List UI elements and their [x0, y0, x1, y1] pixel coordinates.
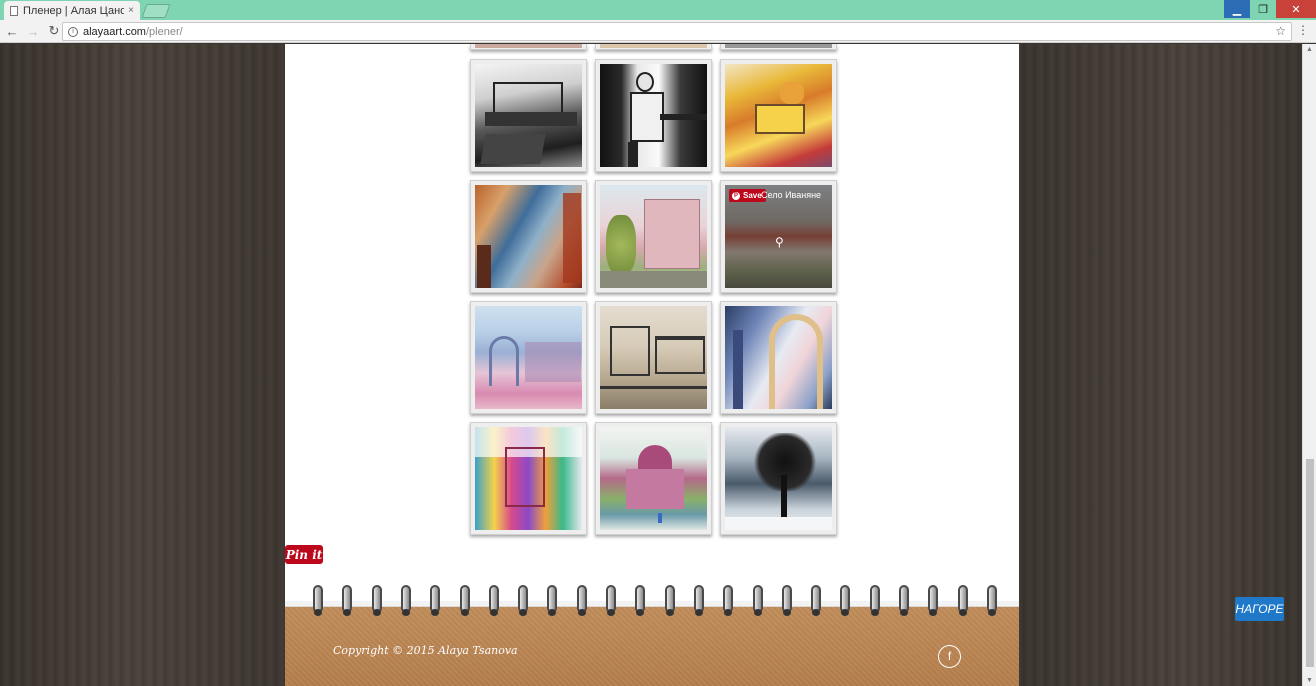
gallery-thumb[interactable] [595, 59, 712, 172]
gallery-thumb-partial[interactable] [470, 44, 587, 50]
gallery-thumb[interactable] [470, 301, 587, 414]
pin-it-button[interactable]: Pin it [285, 545, 323, 564]
spiral-ring [751, 585, 765, 617]
gallery-thumb[interactable] [720, 301, 837, 414]
browser-menu-icon[interactable]: ⋮ [1297, 23, 1309, 37]
spiral-ring [545, 585, 559, 617]
spiral-ring [809, 585, 823, 617]
bookmark-star-icon[interactable]: ☆ [1275, 24, 1286, 38]
gallery-thumb[interactable] [595, 301, 712, 414]
gallery-content: P Save Село Иваняне ⚲ [285, 44, 1019, 607]
spiral-ring [692, 585, 706, 617]
spiral-ring [721, 585, 735, 617]
painting-street-sketch [600, 306, 707, 409]
spiral-ring [575, 585, 589, 617]
address-bar[interactable]: i alayaart.com/plener/ ☆ [62, 22, 1292, 41]
tab-close-icon[interactable]: × [128, 5, 134, 16]
spiral-ring [780, 585, 794, 617]
browser-tab[interactable]: Пленер | Алая Цанова × [4, 1, 140, 20]
gallery-thumb[interactable] [470, 180, 587, 293]
window-controls: ▁ ❐ ✕ [1224, 0, 1316, 18]
gallery-thumb[interactable] [595, 180, 712, 293]
scrollbar-thumb[interactable] [1306, 459, 1314, 667]
spiral-ring [428, 585, 442, 617]
page-viewport: P Save Село Иваняне ⚲ Pin it Copyright ©… [0, 44, 1316, 686]
pinterest-icon: P [732, 191, 740, 200]
painting-church-dome [600, 427, 707, 530]
spiral-ring [926, 585, 940, 617]
back-to-top-button[interactable]: НАГОРЕ [1235, 597, 1284, 621]
spiral-ring [458, 585, 472, 617]
gallery-thumb[interactable] [595, 422, 712, 535]
gallery-thumb-partial[interactable] [720, 44, 837, 50]
painting-yellow-house [725, 64, 832, 167]
tab-title: Пленер | Алая Цанова [23, 4, 125, 17]
browser-toolbar: ← → ↻ i alayaart.com/plener/ ☆ ⋮ [0, 20, 1316, 43]
spiral-ring [604, 585, 618, 617]
painting-blue-arches [725, 306, 832, 409]
painting-winter-tree [725, 427, 832, 530]
spiral-ring [487, 585, 501, 617]
spiral-ring [633, 585, 647, 617]
spiral-ring [370, 585, 384, 617]
gallery-thumb[interactable] [720, 59, 837, 172]
spiral-ring [838, 585, 852, 617]
gallery-thumb[interactable] [470, 422, 587, 535]
info-icon[interactable]: i [68, 26, 78, 37]
minimize-button[interactable]: ▁ [1224, 0, 1250, 18]
image-caption: Село Иваняне [761, 190, 822, 200]
painting-colorful-buildings [475, 427, 582, 530]
copyright-text: Copyright © 2015 Alaya Tsanova [333, 644, 518, 657]
gallery-thumb-hovered[interactable]: P Save Село Иваняне ⚲ [720, 180, 837, 293]
spiral-ring [399, 585, 413, 617]
spiral-binding [285, 585, 1019, 625]
url-host: alayaart.com [83, 25, 146, 38]
painting-pink-building [600, 185, 707, 288]
maximize-button[interactable]: ❐ [1250, 0, 1276, 18]
page-scrollbar[interactable]: ▲ ▼ [1302, 44, 1316, 686]
save-label: Save [743, 191, 762, 200]
gallery-thumb-partial[interactable] [595, 44, 712, 50]
back-button[interactable]: ← [3, 24, 21, 39]
spiral-ring [516, 585, 530, 617]
spiral-ring [985, 585, 999, 617]
url-path: /plener/ [145, 25, 183, 38]
scroll-down-arrow[interactable]: ▼ [1306, 677, 1313, 684]
reload-button[interactable]: ↻ [45, 23, 63, 39]
spiral-ring [897, 585, 911, 617]
spiral-ring [311, 585, 325, 617]
gallery-thumb[interactable] [470, 59, 587, 172]
painting-monastery-ink [475, 64, 582, 167]
new-tab-button[interactable] [141, 4, 171, 18]
spiral-ring [340, 585, 354, 617]
close-window-button[interactable]: ✕ [1276, 0, 1316, 18]
browser-titlebar: Пленер | Алая Цанова × ▁ ❐ ✕ [0, 0, 1316, 20]
notebook-footer: Copyright © 2015 Alaya Tsanova f [285, 585, 1019, 686]
spiral-ring [956, 585, 970, 617]
painting-colorful-ruins [475, 306, 582, 409]
zoom-icon[interactable]: ⚲ [775, 235, 784, 249]
painting-abstract-interior [475, 185, 582, 288]
spiral-ring [663, 585, 677, 617]
forward-button[interactable]: → [24, 24, 42, 39]
gallery-thumb[interactable] [720, 422, 837, 535]
spiral-ring [868, 585, 882, 617]
painting-man-at-table [600, 64, 707, 167]
scroll-up-arrow[interactable]: ▲ [1306, 46, 1313, 53]
page-icon [10, 5, 18, 16]
facebook-icon[interactable]: f [938, 645, 961, 668]
painting-village-ivanyane: P Save Село Иваняне ⚲ [725, 185, 832, 288]
